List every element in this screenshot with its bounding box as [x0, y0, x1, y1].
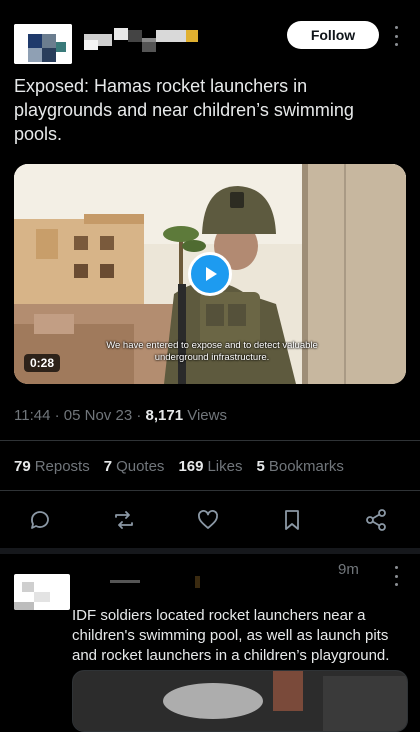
more-options-icon[interactable] — [388, 26, 404, 46]
views-count: 8,171 — [145, 407, 184, 424]
reply-media-image — [73, 671, 407, 731]
play-icon — [206, 267, 217, 281]
reposts-stat[interactable]: 79 Reposts — [14, 458, 90, 475]
avatar[interactable] — [14, 24, 72, 64]
follow-button[interactable]: Follow — [287, 21, 379, 49]
video-duration: 0:28 — [24, 354, 61, 372]
action-bar — [14, 500, 406, 540]
share-icon[interactable] — [364, 508, 388, 532]
reply-time[interactable]: 9m — [338, 561, 359, 578]
tweet-text: Exposed: Hamas rocket launchers in playg… — [14, 76, 354, 144]
video-caption: We have entered to expose and to detect … — [106, 340, 318, 363]
repost-icon[interactable] — [112, 508, 136, 532]
reply-media[interactable] — [72, 670, 408, 732]
bookmarks-stat[interactable]: 5 Bookmarks — [257, 458, 344, 475]
display-name[interactable] — [84, 28, 212, 54]
tweet-stats: 79 Reposts 7 Quotes 169 Likes 5 Bookmarks — [14, 458, 344, 475]
reply-display-name[interactable] — [80, 576, 200, 588]
quotes-stat[interactable]: 7 Quotes — [104, 458, 165, 475]
reply-text: IDF soldiers located rocket launchers ne… — [72, 607, 390, 664]
likes-stat[interactable]: 169 Likes — [178, 458, 242, 475]
reply-icon[interactable] — [28, 508, 52, 532]
section-divider — [0, 548, 420, 554]
divider — [0, 440, 420, 441]
reply-more-options-icon[interactable] — [388, 566, 404, 586]
play-button[interactable] — [188, 252, 232, 296]
heart-icon[interactable] — [196, 508, 220, 532]
video-player[interactable]: We have entered to expose and to detect … — [14, 164, 406, 384]
meta-separator: · — [54, 407, 64, 424]
meta-separator: · — [136, 407, 146, 424]
divider — [0, 490, 420, 491]
views-label: Views — [187, 407, 227, 424]
reply-avatar[interactable] — [14, 574, 70, 610]
tweet-date[interactable]: 05 Nov 23 — [64, 407, 132, 424]
tweet-time[interactable]: 11:44 — [14, 407, 50, 424]
tweet-meta: 11:44 · 05 Nov 23 · 8,171 Views — [14, 407, 227, 424]
bookmark-icon[interactable] — [280, 508, 304, 532]
